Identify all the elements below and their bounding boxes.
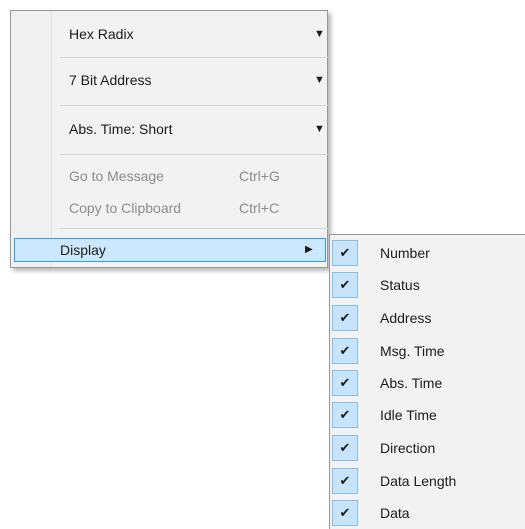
display-label: Display	[60, 242, 106, 258]
go-to-message-label: Go to Message	[69, 168, 164, 184]
submenu-item-label: Data Length	[380, 473, 457, 489]
go-to-message-shortcut: Ctrl+G	[239, 168, 280, 184]
submenu-item-label: Status	[380, 277, 420, 293]
address-mode-dropdown[interactable]: 7 Bit Address ▼	[60, 58, 328, 102]
checkmark-icon: ✔	[332, 402, 358, 428]
hex-radix-label: Hex Radix	[69, 26, 134, 42]
dropdown-arrow-icon[interactable]: ▼	[314, 12, 325, 56]
submenu-item-address[interactable]: ✔ Address	[330, 302, 525, 334]
display-submenu: ✔ Number ✔ Status ✔ Address ✔ Msg. Time …	[329, 234, 525, 529]
submenu-item-label: Number	[380, 245, 430, 261]
submenu-item-data-length[interactable]: ✔ Data Length	[330, 465, 525, 497]
submenu-item-data[interactable]: ✔ Data	[330, 497, 525, 529]
checkmark-icon: ✔	[332, 272, 358, 298]
submenu-item-number[interactable]: ✔ Number	[330, 237, 525, 269]
menu-separator	[60, 105, 328, 106]
submenu-item-status[interactable]: ✔ Status	[330, 269, 525, 301]
submenu-item-label: Address	[380, 310, 432, 326]
submenu-item-label: Msg. Time	[380, 343, 445, 359]
checkmark-icon: ✔	[332, 435, 358, 461]
copy-to-clipboard-item[interactable]: Copy to Clipboard Ctrl+C	[60, 195, 328, 221]
menu-separator	[60, 228, 328, 229]
checkmark-icon: ✔	[332, 500, 358, 526]
dropdown-arrow-icon[interactable]: ▼	[314, 58, 325, 102]
menu-gutter-divider	[51, 11, 52, 267]
checkmark-icon: ✔	[332, 338, 358, 364]
hex-radix-dropdown[interactable]: Hex Radix ▼	[60, 12, 328, 56]
checkmark-icon: ✔	[332, 468, 358, 494]
address-mode-label: 7 Bit Address	[69, 72, 152, 88]
submenu-item-direction[interactable]: ✔ Direction	[330, 432, 525, 464]
dropdown-arrow-icon[interactable]: ▼	[314, 107, 325, 151]
submenu-item-msg-time[interactable]: ✔ Msg. Time	[330, 335, 525, 367]
submenu-item-idle-time[interactable]: ✔ Idle Time	[330, 399, 525, 431]
copy-to-clipboard-label: Copy to Clipboard	[69, 200, 182, 216]
menu-icon-gutter	[11, 11, 51, 267]
submenu-arrow-icon: ▶	[305, 244, 313, 255]
submenu-item-abs-time[interactable]: ✔ Abs. Time	[330, 367, 525, 399]
abs-time-format-label: Abs. Time: Short	[69, 121, 173, 137]
submenu-item-label: Idle Time	[380, 407, 437, 423]
go-to-message-item[interactable]: Go to Message Ctrl+G	[60, 163, 328, 189]
submenu-item-label: Direction	[380, 440, 436, 456]
submenu-item-label: Data	[380, 505, 410, 521]
checkmark-icon: ✔	[332, 305, 358, 331]
submenu-item-label: Abs. Time	[380, 375, 443, 391]
menu-separator	[60, 154, 328, 155]
display-menu-item[interactable]: Display ▶	[14, 238, 326, 262]
checkmark-icon: ✔	[332, 240, 358, 266]
abs-time-format-dropdown[interactable]: Abs. Time: Short ▼	[60, 107, 328, 151]
context-menu: Hex Radix ▼ 7 Bit Address ▼ Abs. Time: S…	[10, 10, 328, 268]
copy-to-clipboard-shortcut: Ctrl+C	[239, 200, 280, 216]
checkmark-icon: ✔	[332, 370, 358, 396]
